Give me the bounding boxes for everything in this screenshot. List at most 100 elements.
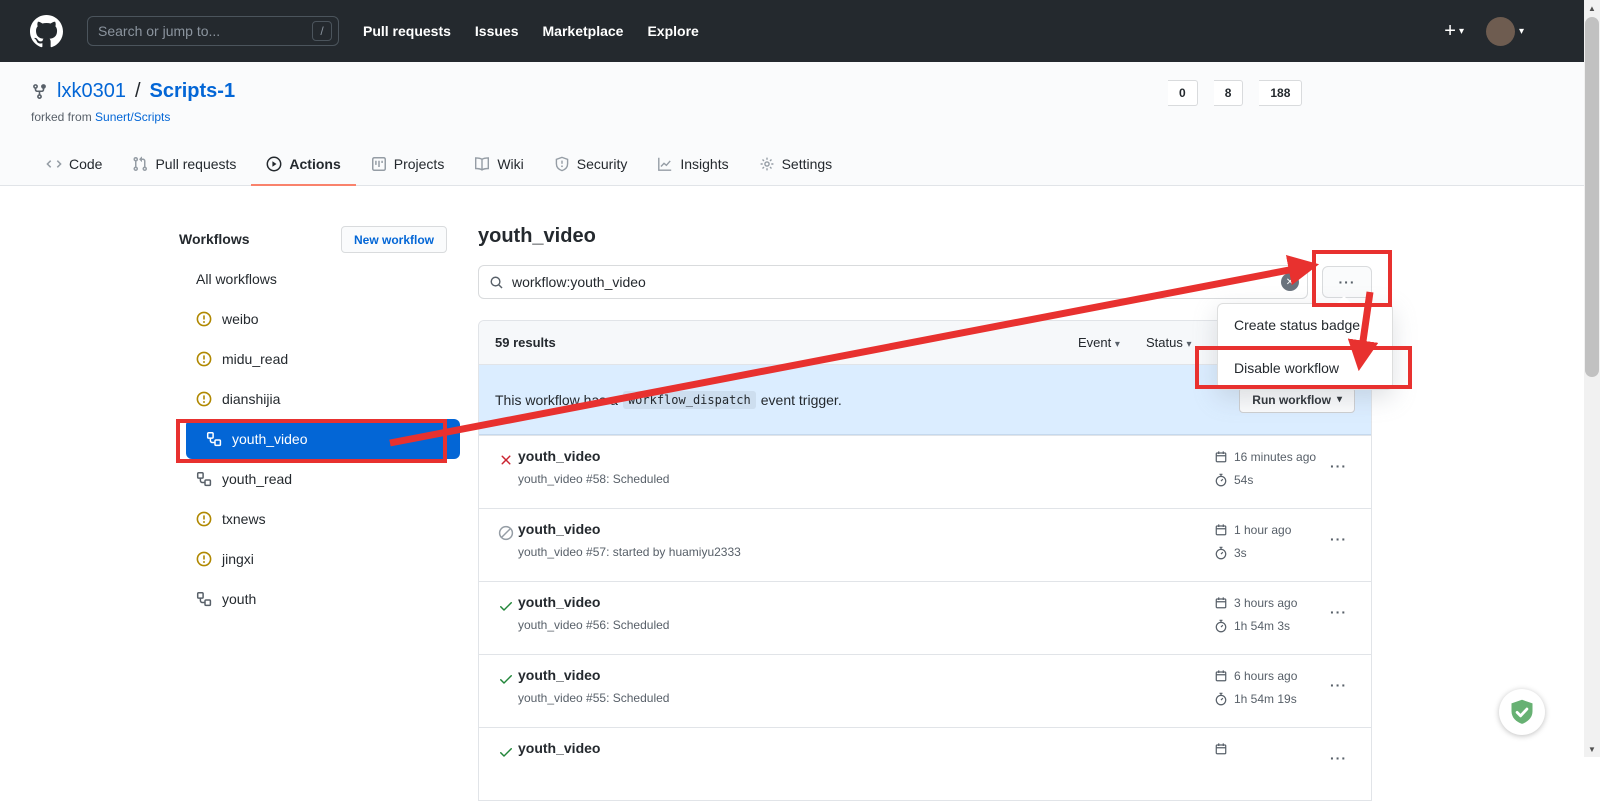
actions-play-icon <box>266 156 282 172</box>
nav-explore[interactable]: Explore <box>647 23 698 39</box>
tab-wiki[interactable]: Wiki <box>459 145 538 186</box>
kebab-icon: ··· <box>1330 604 1347 620</box>
watch-button-group: Watch ▾ 0 <box>1168 80 1198 106</box>
sidebar-item-weibo[interactable]: weibo <box>176 299 460 339</box>
workflow-options-menu: Create status badge Disable workflow <box>1217 303 1393 390</box>
sidebar-item-youth-video[interactable]: youth_video <box>186 419 460 459</box>
run-title-link[interactable]: youth_video <box>518 448 600 464</box>
sidebar-item-midu-read[interactable]: midu_read <box>176 339 460 379</box>
workflows-title: Workflows <box>179 231 250 247</box>
run-duration-text: 54s <box>1234 473 1253 487</box>
kebab-icon: ··· <box>1330 750 1347 766</box>
run-options-button[interactable]: ··· <box>1330 531 1347 547</box>
shield-icon <box>554 156 570 172</box>
run-time-text: 3 hours ago <box>1234 596 1297 610</box>
sidebar-item-jingxi[interactable]: jingxi <box>176 539 460 579</box>
run-title-link[interactable]: youth_video <box>518 740 600 756</box>
runs-filter-input[interactable] <box>512 274 1281 290</box>
project-icon <box>371 156 387 172</box>
run-options-button[interactable]: ··· <box>1330 604 1347 620</box>
run-time: 3 hours ago <box>1214 596 1297 610</box>
workflow-label: weibo <box>222 311 259 327</box>
tab-projects[interactable]: Projects <box>356 145 460 186</box>
run-options-button[interactable]: ··· <box>1330 750 1347 766</box>
run-row: youth_video youth_video #55: Scheduled 6… <box>479 654 1371 727</box>
repo-name-link[interactable]: Scripts-1 <box>150 80 236 103</box>
warning-icon <box>196 551 212 567</box>
run-title-link[interactable]: youth_video <box>518 667 600 683</box>
run-workflow-button[interactable]: Run workflow ▾ <box>1239 387 1355 413</box>
search-icon <box>489 275 504 290</box>
tab-label: Settings <box>782 156 833 172</box>
tab-insights[interactable]: Insights <box>642 145 743 186</box>
run-workflow-label: Run workflow <box>1252 393 1331 407</box>
scroll-up-arrow-icon[interactable]: ▲ <box>1584 0 1600 16</box>
run-row: youth_video ··· <box>479 727 1371 800</box>
pull-request-icon <box>132 156 148 172</box>
run-options-button[interactable]: ··· <box>1330 677 1347 693</box>
sidebar-item-txnews[interactable]: txnews <box>176 499 460 539</box>
star-count[interactable]: 8 <box>1214 80 1244 106</box>
caret-down-icon: ▾ <box>1459 26 1464 37</box>
tab-code[interactable]: Code <box>31 145 117 186</box>
run-subtitle: youth_video #55: Scheduled <box>518 691 669 705</box>
run-options-button[interactable]: ··· <box>1330 458 1347 474</box>
menu-item-create-status-badge[interactable]: Create status badge <box>1218 304 1392 346</box>
sidebar-item-youth-read[interactable]: youth_read <box>176 459 460 499</box>
status-filter-dropdown[interactable]: Status ▾ <box>1146 335 1192 350</box>
tab-pull-requests[interactable]: Pull requests <box>117 145 251 186</box>
scroll-down-arrow-icon[interactable]: ▼ <box>1584 741 1600 757</box>
caret-down-icon: ▾ <box>1186 339 1191 350</box>
kebab-icon: ··· <box>1339 274 1356 290</box>
warning-icon <box>196 511 212 527</box>
menu-item-disable-workflow[interactable]: Disable workflow <box>1218 346 1392 389</box>
user-menu[interactable]: ▾ <box>1486 17 1524 46</box>
run-subtitle: youth_video #56: Scheduled <box>518 618 669 632</box>
run-time: 6 hours ago <box>1214 669 1297 683</box>
workflow-label: youth_video <box>232 431 308 447</box>
fork-source-link[interactable]: Sunert/Scripts <box>95 110 170 124</box>
workflow-options-button[interactable]: ··· <box>1322 266 1372 298</box>
workflow-label: txnews <box>222 511 266 527</box>
kebab-icon: ··· <box>1330 531 1347 547</box>
nav-pull-requests[interactable]: Pull requests <box>363 23 451 39</box>
caret-down-icon: ▾ <box>1519 26 1524 37</box>
create-new-dropdown[interactable]: + ▾ <box>1444 20 1464 43</box>
calendar-icon <box>1214 669 1228 683</box>
tab-security[interactable]: Security <box>539 145 643 186</box>
nav-issues[interactable]: Issues <box>475 23 519 39</box>
run-duration: 1h 54m 3s <box>1214 619 1290 633</box>
run-title-link[interactable]: youth_video <box>518 521 600 537</box>
close-icon: ✕ <box>1286 277 1294 288</box>
sidebar-item-youth[interactable]: youth <box>176 579 460 619</box>
nav-marketplace[interactable]: Marketplace <box>543 23 624 39</box>
run-subtitle: youth_video #57: started by huamiyu2333 <box>518 545 741 559</box>
success-check-icon <box>498 671 514 687</box>
success-check-icon <box>498 598 514 614</box>
tab-actions[interactable]: Actions <box>251 145 355 186</box>
fork-count[interactable]: 188 <box>1259 80 1302 106</box>
sidebar-item-dianshijia[interactable]: dianshijia <box>176 379 460 419</box>
page-title: youth_video <box>478 225 596 248</box>
run-row: youth_video youth_video #57: started by … <box>479 508 1371 581</box>
adguard-shield-button[interactable] <box>1499 689 1545 735</box>
run-time: 1 hour ago <box>1214 523 1291 537</box>
tab-settings[interactable]: Settings <box>744 145 848 186</box>
results-count: 59 results <box>495 335 556 350</box>
sidebar-item-all-workflows[interactable]: All workflows <box>176 259 460 299</box>
global-search-input[interactable]: Search or jump to... / <box>87 16 339 46</box>
run-title-link[interactable]: youth_video <box>518 594 600 610</box>
notice-text: event trigger. <box>761 392 842 408</box>
repo-owner-link[interactable]: lxk0301 <box>57 80 126 103</box>
runs-filter-box: ✕ <box>478 265 1308 299</box>
page-scrollbar[interactable]: ▲ ▼ <box>1584 0 1600 757</box>
scrollbar-thumb[interactable] <box>1585 17 1599 377</box>
clear-filter-button[interactable]: ✕ <box>1281 273 1299 291</box>
event-filter-dropdown[interactable]: Event ▾ <box>1078 335 1120 350</box>
new-workflow-button[interactable]: New workflow <box>341 226 447 253</box>
success-check-icon <box>498 744 514 760</box>
watch-count[interactable]: 0 <box>1168 80 1198 106</box>
github-logo-icon[interactable] <box>30 15 63 48</box>
workflow-icon <box>196 471 212 487</box>
tab-label: Insights <box>680 156 728 172</box>
